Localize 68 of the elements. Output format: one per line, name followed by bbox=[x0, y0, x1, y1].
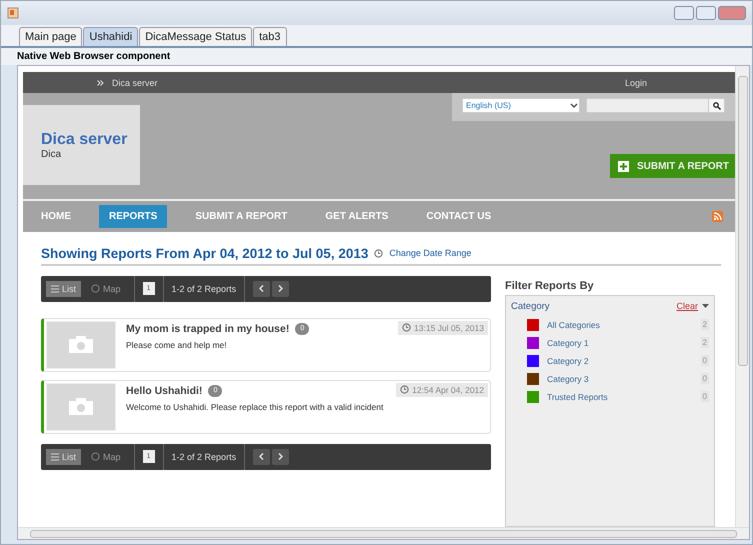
search-icon[interactable] bbox=[712, 102, 720, 110]
tab[interactable]: DicaMessage Status bbox=[139, 27, 252, 46]
tab[interactable]: tab3 bbox=[253, 27, 286, 46]
app-icon bbox=[7, 7, 19, 19]
filter-title: Filter Reports By bbox=[505, 280, 595, 292]
plus-icon bbox=[618, 160, 629, 172]
globe-icon bbox=[91, 284, 100, 294]
horizontal-scrollbar[interactable] bbox=[18, 527, 749, 539]
chevron-down-icon[interactable] bbox=[569, 102, 579, 110]
rss-icon[interactable] bbox=[712, 211, 723, 222]
tab[interactable]: Main page bbox=[19, 27, 82, 46]
language-select[interactable]: English (US) bbox=[462, 98, 580, 114]
clock-icon bbox=[402, 323, 412, 332]
report-time: 13:15 Jul 05, 2013 bbox=[398, 320, 488, 335]
photo-placeholder bbox=[46, 382, 116, 431]
category-link[interactable]: Trusted Reports bbox=[547, 392, 608, 402]
reports-heading: Showing Reports From Apr 04, 2012 to Jul 05, 2013 bbox=[41, 246, 368, 261]
globe-icon bbox=[91, 452, 100, 462]
filter-section-title: Category bbox=[511, 300, 550, 312]
category-link[interactable]: Category 1 bbox=[547, 338, 589, 348]
category-link[interactable]: Category 2 bbox=[547, 356, 589, 366]
maximize-button[interactable] bbox=[696, 6, 716, 20]
list-icon bbox=[51, 452, 59, 461]
vertical-scrollbar[interactable] bbox=[735, 66, 749, 527]
double-chevron-icon bbox=[97, 80, 104, 86]
clock-icon bbox=[400, 385, 410, 394]
photo-placeholder bbox=[46, 320, 116, 369]
next-button[interactable] bbox=[272, 280, 290, 297]
view-toggle[interactable]: Map bbox=[86, 280, 126, 297]
view-toggle[interactable]: List bbox=[46, 280, 82, 297]
submit-report-button[interactable]: SUBMIT A REPORT bbox=[610, 154, 735, 178]
previous-button[interactable] bbox=[253, 448, 270, 465]
chevron-left-icon bbox=[259, 453, 264, 460]
chevron-left-icon bbox=[259, 285, 264, 292]
report-title[interactable]: Hello Ushahidi! bbox=[126, 384, 202, 397]
view-toggle[interactable]: List bbox=[46, 448, 82, 465]
category-link[interactable]: All Categories bbox=[547, 320, 600, 330]
change-date-link[interactable]: Change Date Range bbox=[389, 248, 472, 258]
category-link[interactable]: Category 3 bbox=[547, 374, 589, 384]
category-count: 0 bbox=[700, 373, 709, 384]
chevron-right-icon bbox=[278, 285, 284, 292]
tab[interactable]: Ushahidi bbox=[83, 27, 138, 46]
previous-button[interactable] bbox=[253, 280, 270, 297]
dropdown-icon[interactable] bbox=[702, 304, 709, 309]
chevron-right-icon bbox=[278, 453, 284, 460]
panel-label: Native Web Browser component bbox=[1, 48, 752, 65]
clock-icon bbox=[374, 248, 384, 258]
minimize-button[interactable] bbox=[674, 6, 694, 20]
report-description: Please come and help me! bbox=[126, 340, 228, 350]
site-title[interactable]: Dica server bbox=[41, 131, 140, 150]
login-link[interactable]: Login bbox=[624, 78, 647, 88]
site-subtitle: Dica bbox=[41, 149, 62, 160]
report-count: 1-2 of 2 Reports bbox=[172, 284, 236, 294]
category-count: 2 bbox=[700, 337, 709, 348]
clear-link[interactable]: Clear bbox=[676, 301, 698, 312]
category-count: 0 bbox=[700, 391, 709, 402]
nav-item[interactable]: REPORTS bbox=[99, 205, 168, 228]
next-button[interactable] bbox=[272, 448, 290, 465]
breadcrumb[interactable]: Dica server bbox=[112, 78, 158, 88]
report-time: 12:54 Apr 04, 2012 bbox=[396, 382, 488, 397]
list-icon bbox=[51, 284, 59, 293]
category-count: 2 bbox=[700, 319, 709, 330]
report-title[interactable]: My mom is trapped in my house! bbox=[126, 322, 290, 335]
view-toggle[interactable]: Map bbox=[86, 448, 126, 465]
report-description: Welcome to Ushahidi. Please replace this report with a valid incident bbox=[126, 402, 384, 412]
report-count: 1-2 of 2 Reports bbox=[172, 452, 236, 462]
search-field[interactable] bbox=[586, 98, 725, 114]
category-count: 0 bbox=[700, 355, 709, 366]
